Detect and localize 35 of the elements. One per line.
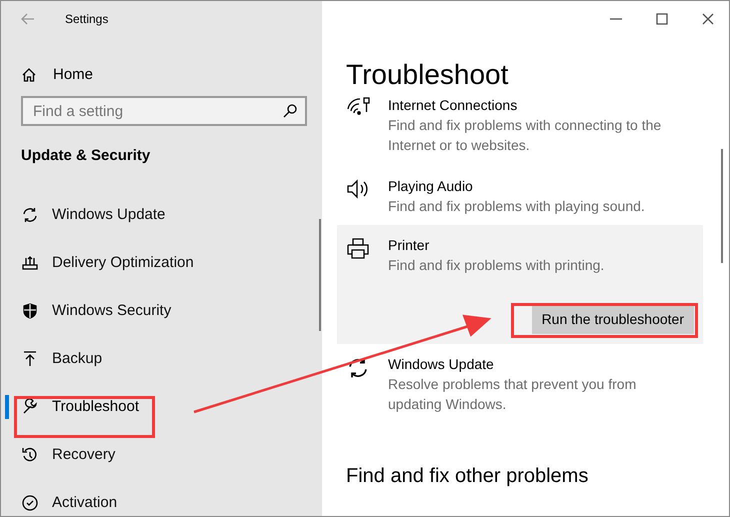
troubleshooter-title[interactable]: Internet Connections xyxy=(388,95,684,115)
window-title: Settings xyxy=(65,11,108,28)
shield-icon xyxy=(21,302,39,320)
sidebar-item[interactable]: Windows Update xyxy=(52,204,166,226)
section-heading: Find and fix other problems xyxy=(346,464,590,489)
troubleshooter-description: Find and fix problems with printing. xyxy=(388,256,606,275)
troubleshooter-description: Find and fix problems with connecting to the Internet or to websites. xyxy=(388,116,662,155)
sidebar-item[interactable]: Windows Security xyxy=(52,300,172,322)
close-icon[interactable] xyxy=(701,12,715,26)
sidebar-item[interactable]: Activation xyxy=(52,492,118,514)
troubleshooter-title[interactable]: Playing Audio xyxy=(388,176,684,196)
sidebar-item[interactable]: Recovery xyxy=(52,444,116,466)
home-icon xyxy=(21,67,37,83)
search-field[interactable]: Find a setting xyxy=(21,96,307,126)
section-heading: Update & Security xyxy=(20,146,152,166)
home-link[interactable]: Home xyxy=(53,64,94,86)
troubleshooter-description: Find and fix problems with playing sound. xyxy=(388,197,646,216)
troubleshooter-title[interactable]: Printer xyxy=(388,235,684,255)
wrench-icon xyxy=(21,398,39,416)
troubleshooter-item[interactable]: Printer Find and fix problems with printing. Run the troubleshooter xyxy=(337,225,703,344)
upload-arrow-icon xyxy=(21,350,39,368)
run-troubleshooter-button[interactable]: Run the troubleshooter xyxy=(532,304,694,334)
page-title: Troubleshoot xyxy=(346,58,510,92)
maximize-icon[interactable] xyxy=(655,12,669,26)
sidebar-item[interactable]: Troubleshoot xyxy=(52,396,139,418)
search-icon xyxy=(283,104,297,118)
sync-icon xyxy=(346,356,370,380)
check-circle-icon xyxy=(21,494,39,512)
troubleshooter-title[interactable]: Windows Update xyxy=(388,354,684,374)
troubleshooter-description: Resolve problems that prevent you from updating Windows. xyxy=(388,375,638,414)
tray-upload-icon xyxy=(21,254,39,272)
sidebar-item[interactable]: Delivery Optimization xyxy=(52,252,194,274)
sidebar-item[interactable]: Backup xyxy=(52,348,102,370)
sync-icon xyxy=(21,206,39,224)
clock-arrow-icon xyxy=(21,446,39,464)
